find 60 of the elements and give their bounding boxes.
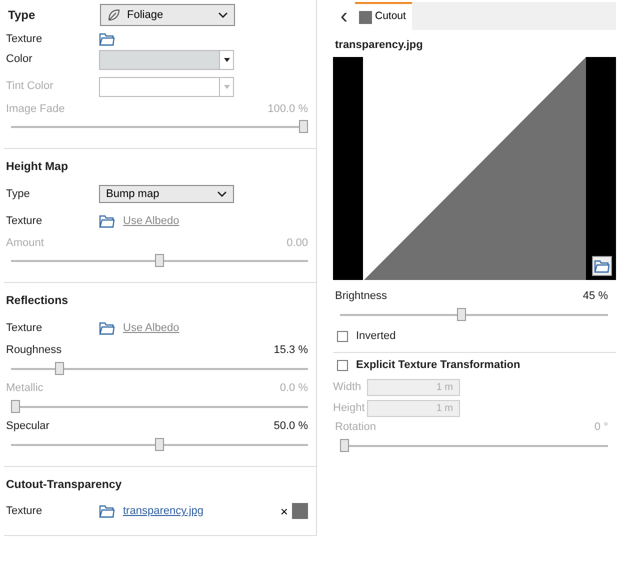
field-label: Type <box>6 186 31 202</box>
caret-icon <box>224 58 230 62</box>
field-label: Width <box>333 380 362 395</box>
slider-thumb[interactable] <box>155 438 164 450</box>
slider-label: Rotation <box>335 420 376 436</box>
field-label: Tint Color <box>6 79 54 94</box>
slider-value: 100.0 % <box>268 102 308 117</box>
caret-icon <box>218 12 228 18</box>
slider-value: 0.0 % <box>280 381 308 396</box>
slider[interactable] <box>11 362 308 376</box>
slider[interactable] <box>340 308 608 322</box>
field-label: Color <box>6 52 34 68</box>
slider-value: 15.3 % <box>274 343 308 358</box>
type-label: Type <box>8 7 36 24</box>
caret-icon <box>217 190 227 197</box>
field-label: Texture <box>6 214 44 228</box>
slider-thumb[interactable] <box>456 308 466 320</box>
tab[interactable]: Cutout <box>355 2 412 30</box>
checkbox-label: Explicit Texture Transformation <box>356 358 520 374</box>
slider-value: 50.0 % <box>274 419 308 434</box>
slider-value: 0 ° <box>594 420 608 436</box>
slider-value: 0.00 <box>286 236 308 251</box>
slider-label: Amount <box>6 236 44 251</box>
back-button[interactable]: ‹ <box>333 2 355 30</box>
slider-label: Brightness <box>335 289 387 304</box>
texture-link[interactable]: Use Albedo <box>123 212 180 229</box>
texture-link[interactable]: Use Albedo <box>123 320 180 336</box>
caret-icon <box>224 84 230 88</box>
field-label: Texture <box>6 504 44 519</box>
map-type-dropdown[interactable]: Bump map <box>99 184 234 203</box>
slider-label: Image Fade <box>6 102 65 117</box>
section-title: Cutout-Transparency <box>5 478 123 492</box>
section-title: Height Map <box>5 160 69 175</box>
slider-label: Specular <box>6 419 50 434</box>
field-label: Texture <box>6 32 44 46</box>
checkbox[interactable] <box>337 331 348 342</box>
leaf-icon <box>107 8 121 22</box>
slider[interactable] <box>11 438 308 452</box>
slider-thumb[interactable] <box>340 438 349 452</box>
field-label: Height <box>333 400 366 416</box>
texture-link[interactable]: transparency.jpg <box>123 503 204 520</box>
slider[interactable] <box>340 438 608 452</box>
folder-icon[interactable] <box>99 321 115 335</box>
folder-icon[interactable] <box>99 214 115 228</box>
slider-label: Metallic <box>6 381 44 396</box>
type-dropdown[interactable]: Foliage <box>100 4 235 26</box>
slider-thumb[interactable] <box>55 362 64 374</box>
image-title: transparency.jpg <box>334 38 424 53</box>
clear-button[interactable]: × <box>276 502 292 521</box>
checkbox[interactable] <box>337 360 348 371</box>
swatch <box>359 10 372 24</box>
section-title: Reflections <box>5 294 69 310</box>
color-field[interactable] <box>99 50 234 70</box>
slider-label: Roughness <box>6 343 62 358</box>
swatch <box>292 503 308 520</box>
folder-icon[interactable] <box>99 32 115 46</box>
checkbox-label: Inverted <box>356 329 396 344</box>
slider-value: 45 % <box>582 289 608 304</box>
folder-icon[interactable] <box>99 504 115 518</box>
field-label: Texture <box>6 320 44 336</box>
